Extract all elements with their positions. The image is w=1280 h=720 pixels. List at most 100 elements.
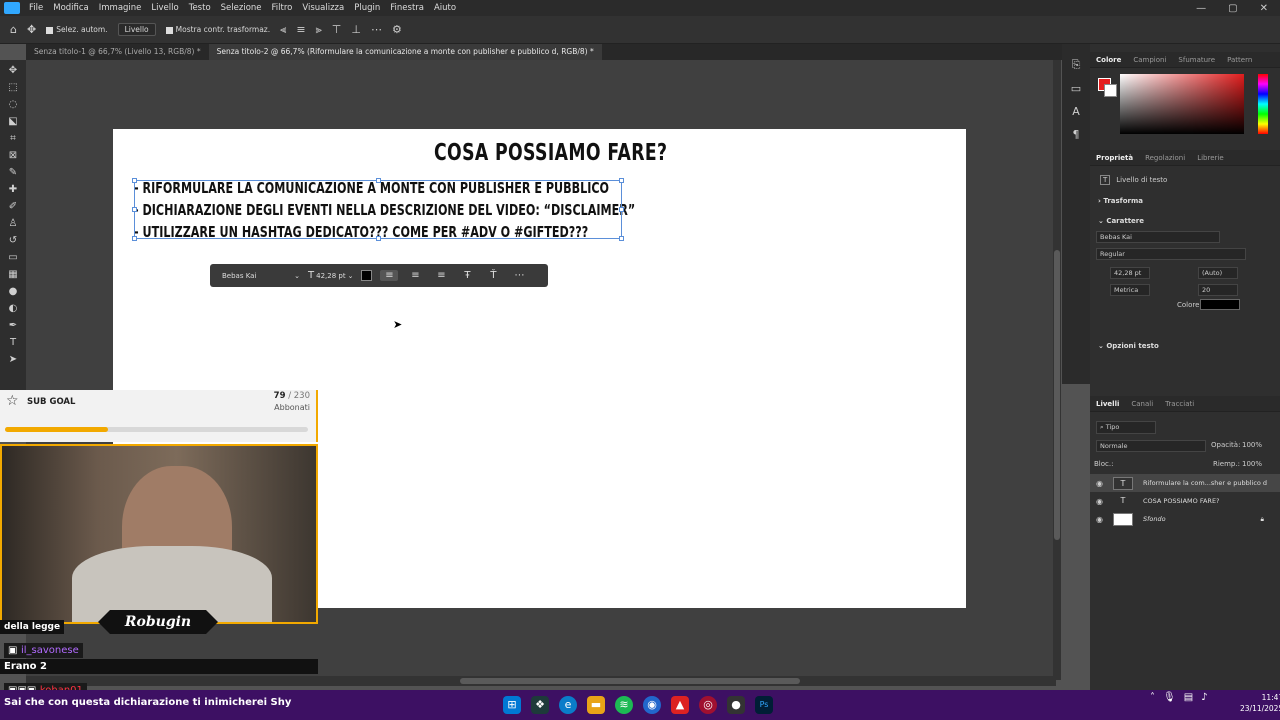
show-transform-checkbox[interactable]: Mostra contr. trasformaz. — [165, 25, 270, 34]
history-brush-icon[interactable]: ↺ — [9, 234, 17, 248]
resize-handle[interactable] — [376, 236, 381, 241]
windows-start-icon[interactable]: ⊞ — [503, 696, 521, 714]
gradient-tool-icon[interactable]: ▦ — [8, 268, 17, 282]
horizontal-scrollbar[interactable] — [26, 676, 1056, 686]
layer-filter-dropdown[interactable]: ⌕ Tipo — [1096, 421, 1156, 434]
menu-plugin[interactable]: Plugin — [349, 3, 385, 13]
resize-handle[interactable] — [132, 236, 137, 241]
document-title-text[interactable]: COSA POSSIAMO FARE? — [434, 140, 667, 166]
fill-value[interactable]: 100% — [1242, 460, 1262, 468]
menu-livello[interactable]: Livello — [146, 3, 183, 13]
align-right-icon[interactable]: ≡ — [432, 270, 450, 281]
marquee-tool-icon[interactable]: ⬚ — [8, 81, 17, 95]
volume-icon[interactable]: ♪ — [1201, 692, 1207, 703]
move-tool-icon[interactable]: ✥ — [27, 23, 36, 36]
tab-canali[interactable]: Canali — [1131, 400, 1153, 408]
text-warp-icon[interactable]: Ť — [484, 270, 502, 281]
resize-handle[interactable] — [132, 207, 137, 212]
healing-tool-icon[interactable]: ✚ — [9, 183, 17, 197]
clock[interactable]: 11:47 23/11/2025 — [1240, 692, 1280, 714]
font-size-field[interactable]: 42,28 pt — [1110, 267, 1150, 279]
auto-select-checkbox[interactable]: Selez. autom. — [46, 25, 108, 34]
file-explorer-icon[interactable]: ▬ — [587, 696, 605, 714]
opacity-value[interactable]: 100% — [1242, 441, 1262, 449]
app-icon[interactable]: ◎ — [699, 696, 717, 714]
layer-row[interactable]: ◉ Sfondo 🔒︎ — [1090, 510, 1280, 528]
network-icon[interactable]: ▤ — [1184, 692, 1193, 703]
eraser-tool-icon[interactable]: ▭ — [8, 251, 17, 265]
color-picker-field[interactable] — [1120, 74, 1244, 134]
kerning-field[interactable]: Metrica — [1110, 284, 1150, 296]
align-right-icon[interactable]: ⫸ — [316, 23, 322, 37]
tab-colore[interactable]: Colore — [1096, 56, 1121, 64]
text-tool-icon[interactable]: T — [10, 336, 16, 350]
terminal-app-icon[interactable]: ❖ — [531, 696, 549, 714]
tab-librerie[interactable]: Librerie — [1197, 154, 1223, 162]
vertical-scrollbar[interactable] — [1053, 60, 1061, 680]
leading-field[interactable]: (Auto) — [1198, 267, 1238, 279]
photoshop-app-icon[interactable]: Ps — [755, 696, 773, 714]
tab-proprieta[interactable]: Proprietà — [1096, 154, 1133, 162]
menu-testo[interactable]: Testo — [184, 3, 216, 13]
maximize-icon[interactable]: ▢ — [1228, 3, 1237, 14]
tab-regolazioni[interactable]: Regolazioni — [1145, 154, 1185, 162]
resize-handle[interactable] — [619, 207, 624, 212]
menu-immagine[interactable]: Immagine — [94, 3, 147, 13]
tab-sfumature[interactable]: Sfumature — [1178, 56, 1215, 64]
menu-selezione[interactable]: Selezione — [216, 3, 267, 13]
blur-tool-icon[interactable]: ● — [9, 285, 18, 299]
settings-icon[interactable]: ⚙ — [392, 23, 402, 36]
menu-visualizza[interactable]: Visualizza — [297, 3, 349, 13]
menu-aiuto[interactable]: Aiuto — [429, 3, 461, 13]
eyedropper-tool-icon[interactable]: ✎ — [9, 166, 17, 180]
minimize-icon[interactable]: — — [1196, 3, 1206, 14]
font-family-field[interactable]: Bebas Kai — [1096, 231, 1220, 243]
scrollbar-thumb[interactable] — [1054, 250, 1060, 540]
align-center-icon[interactable]: ≡ — [406, 270, 424, 281]
app-icon[interactable]: ◉ — [643, 696, 661, 714]
layer-row[interactable]: ◉ T COSA POSSIAMO FARE? — [1090, 492, 1280, 510]
font-size-field[interactable]: T 42,28 pt ⌄ — [308, 270, 353, 281]
tab-tracciati[interactable]: Tracciati — [1165, 400, 1194, 408]
font-style-field[interactable]: Regular — [1096, 248, 1246, 260]
tab-campioni[interactable]: Campioni — [1133, 56, 1166, 64]
align-left-icon[interactable]: ≡ — [380, 270, 399, 281]
resize-handle[interactable] — [376, 178, 381, 183]
layer-row[interactable]: ◉ T Riformulare la com...sher e pubblico d — [1090, 474, 1280, 492]
more-options-icon[interactable]: ⋯ — [510, 270, 528, 281]
spotify-icon[interactable]: ≋ — [615, 696, 633, 714]
text-color-swatch[interactable] — [361, 270, 373, 281]
path-select-tool-icon[interactable]: ➤ — [9, 353, 17, 367]
close-icon[interactable]: ✕ — [1260, 3, 1268, 14]
brush-tool-icon[interactable]: ✐ — [9, 200, 17, 214]
move-tool-icon[interactable]: ✥ — [9, 64, 17, 78]
stamp-tool-icon[interactable]: ♙ — [9, 217, 18, 231]
history-panel-icon[interactable]: ⎘ — [1072, 58, 1081, 72]
tracking-field[interactable]: 20 — [1198, 284, 1238, 296]
tab-document-2[interactable]: Senza titolo-2 @ 66,7% (Riformulare la c… — [208, 44, 602, 60]
align-left-icon[interactable]: ⫷ — [280, 23, 286, 37]
menu-file[interactable]: File — [24, 3, 48, 13]
transform-section-header[interactable]: › Trasforma — [1098, 197, 1143, 205]
edge-browser-icon[interactable]: e — [559, 696, 577, 714]
tab-livelli[interactable]: Livelli — [1096, 400, 1119, 408]
text-bounding-box[interactable] — [132, 178, 624, 241]
home-icon[interactable]: ⌂ — [10, 23, 17, 36]
text-transform-icon[interactable]: Ŧ — [458, 270, 476, 281]
pen-tool-icon[interactable]: ✒ — [9, 319, 17, 333]
menu-modifica[interactable]: Modifica — [48, 3, 94, 13]
align-center-icon[interactable]: ≡ — [296, 23, 305, 36]
tab-document-1[interactable]: Senza titolo-1 @ 66,7% (Livello 13, RGB/… — [26, 44, 209, 60]
resize-handle[interactable] — [619, 236, 624, 241]
text-options-section-header[interactable]: ⌄ Opzioni testo — [1098, 342, 1159, 350]
hue-slider[interactable] — [1258, 74, 1268, 134]
chevron-up-icon[interactable]: ˄ — [1150, 692, 1155, 703]
paragraph-panel-icon[interactable]: ¶ — [1073, 128, 1080, 141]
character-panel-icon[interactable]: A — [1072, 105, 1080, 118]
obs-app-icon[interactable]: ● — [727, 696, 745, 714]
scrollbar-thumb[interactable] — [460, 678, 800, 684]
blend-mode-dropdown[interactable]: Normale — [1096, 440, 1206, 452]
more-options-icon[interactable]: ⋯ — [371, 23, 382, 36]
tab-pattern[interactable]: Pattern — [1227, 56, 1252, 64]
object-select-tool-icon[interactable]: ⬕ — [8, 115, 17, 129]
